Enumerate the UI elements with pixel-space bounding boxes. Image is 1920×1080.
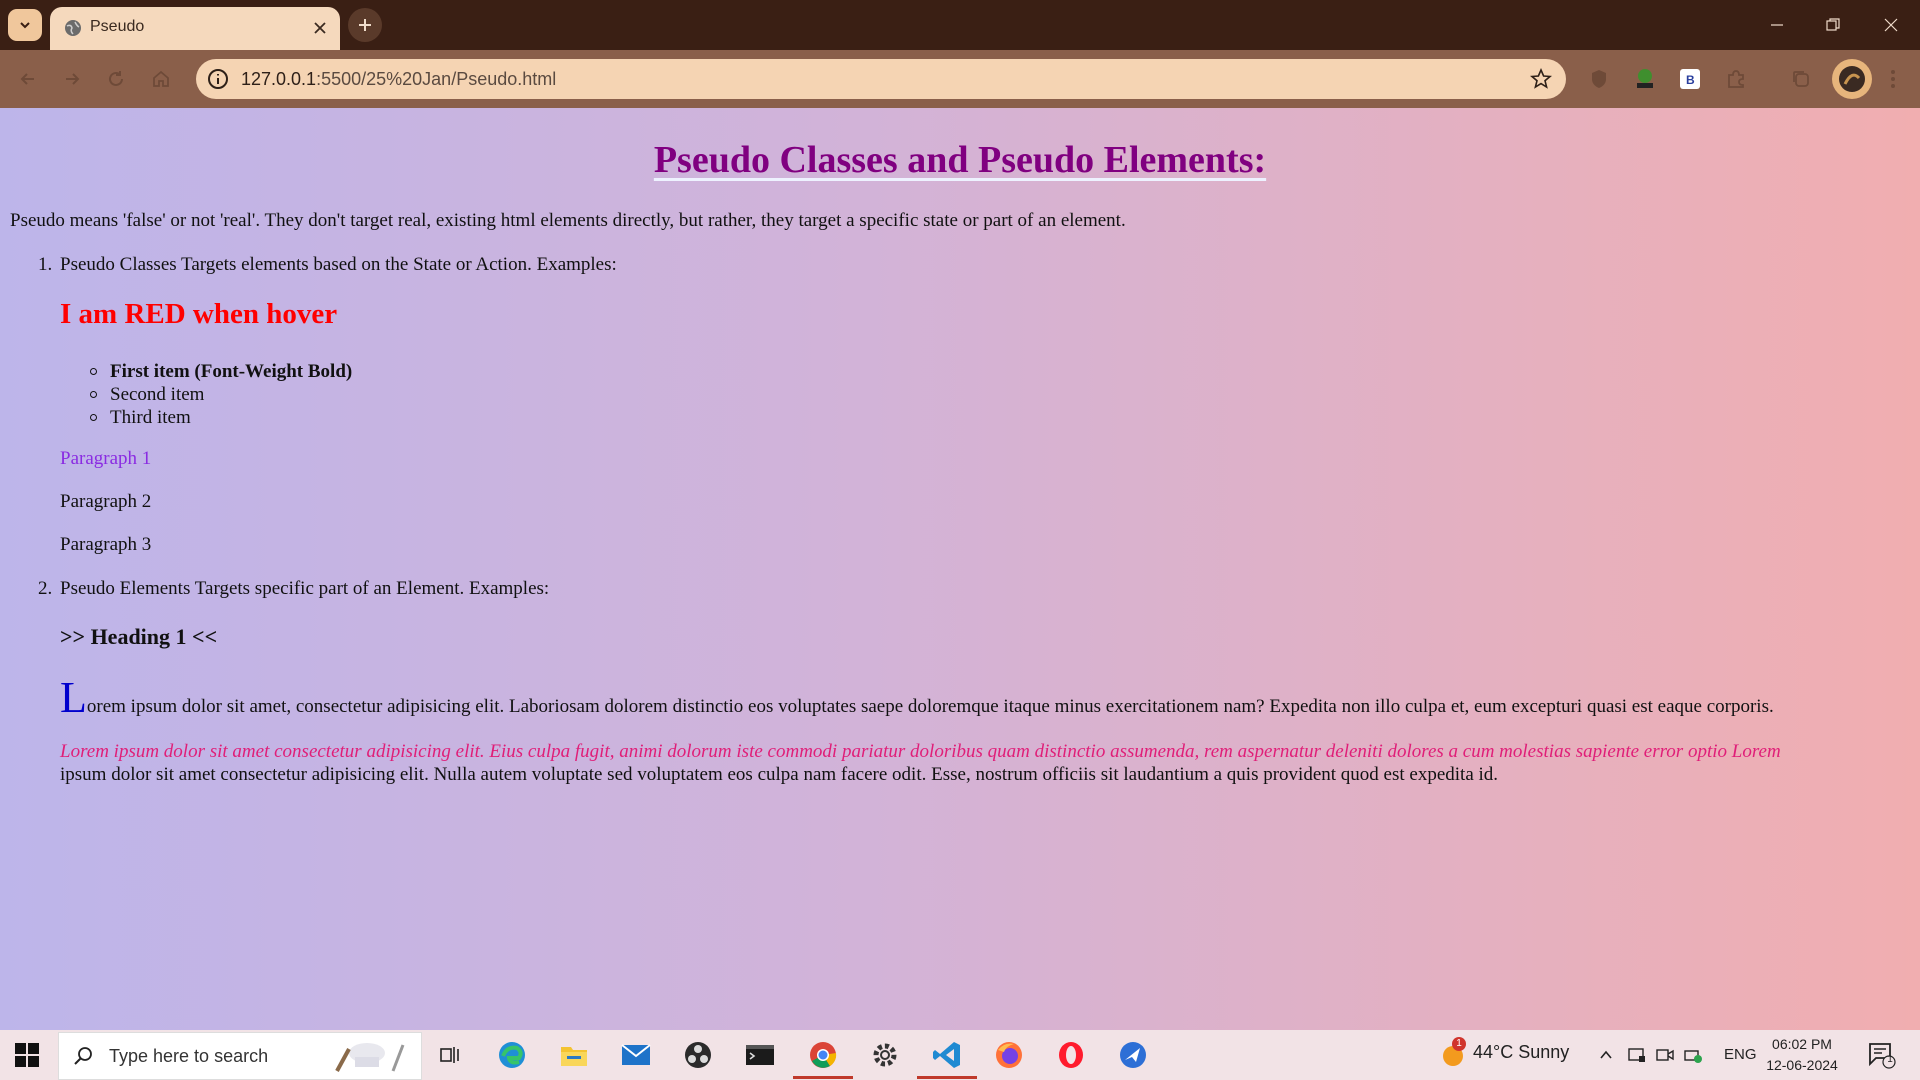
chevron-down-icon (20, 22, 30, 29)
dropcap-paragraph: Lorem ipsum dolor sit amet, consectetur … (60, 676, 1910, 720)
browser-tabstrip: Pseudo (0, 0, 1920, 50)
notification-icon[interactable]: 1 (1866, 1040, 1896, 1070)
profile-avatar[interactable] (1831, 58, 1873, 100)
avatar-icon (1832, 59, 1872, 99)
mail-icon[interactable] (621, 1040, 651, 1070)
reload-icon (109, 71, 123, 86)
paragraph-3: Paragraph 3 (60, 534, 152, 555)
arrow-right-icon (66, 73, 80, 85)
list-item: First item (Font-Weight Bold) (90, 360, 352, 383)
opera-icon[interactable] (1056, 1040, 1086, 1070)
vscode-active-indicator (917, 1076, 977, 1079)
intro-paragraph: Pseudo means 'false' or not 'real'. They… (10, 210, 1126, 231)
clock[interactable]: 06:02 PM 12-06-2024 (1760, 1034, 1844, 1076)
tab-groups-button[interactable] (1788, 66, 1814, 92)
paragraph-2: Paragraph 2 (60, 491, 152, 512)
shield-icon (1592, 70, 1606, 88)
more-vertical-icon (1891, 70, 1895, 88)
taskbar-search[interactable]: Type here to search (58, 1032, 422, 1080)
weather-badge: 1 (1452, 1037, 1466, 1051)
heading-1: >> Heading 1 << (60, 624, 218, 649)
home-button[interactable] (147, 65, 175, 93)
arrow-left-icon (20, 73, 34, 85)
app-icon[interactable] (1118, 1040, 1148, 1070)
search-placeholder: Type here to search (109, 1046, 269, 1066)
first-line-paragraph-rest: ipsum dolor sit amet consectetur adipisi… (60, 764, 1499, 785)
chef-hat-illustration-icon (335, 1043, 405, 1072)
settings-icon[interactable] (870, 1040, 900, 1070)
list-number-1: 1. (38, 254, 53, 275)
puzzle-icon (1728, 70, 1744, 88)
vscode-icon[interactable] (932, 1040, 962, 1070)
network-icon[interactable] (1626, 1040, 1648, 1070)
restore-button[interactable] (1820, 12, 1846, 38)
page-content: Pseudo Classes and Pseudo Elements: Pseu… (0, 108, 1920, 1030)
obs-icon[interactable] (683, 1040, 713, 1070)
notification-count: 1 (1887, 1054, 1893, 1065)
extension-vpn-icon[interactable] (1586, 66, 1612, 92)
dropcap-paragraph-text: orem ipsum dolor sit amet, consectetur a… (86, 696, 1774, 717)
url-text[interactable]: 127.0.0.1:5500/25%20Jan/Pseudo.html (241, 69, 556, 90)
language-indicator[interactable]: ENG (1724, 1046, 1757, 1063)
extension-b-icon[interactable]: B (1677, 66, 1703, 92)
tab-pseudo[interactable]: Pseudo (50, 7, 340, 50)
paragraph-1: Paragraph 1 (60, 448, 152, 469)
extension-html-icon[interactable] (1632, 66, 1658, 92)
weather-text[interactable]: 44°C Sunny (1473, 1042, 1569, 1063)
taskbar: Type here to search 1 44°C Sunny ENG 06:… (0, 1030, 1920, 1080)
page-title: Pseudo Classes and Pseudo Elements: (653, 139, 1267, 181)
restore-icon (1826, 18, 1840, 31)
chrome-active-indicator (793, 1076, 853, 1079)
file-explorer-icon[interactable] (559, 1040, 589, 1070)
browser-toolbar: 127.0.0.1:5500/25%20Jan/Pseudo.html B (0, 50, 1920, 108)
window-close-button[interactable] (1878, 12, 1904, 38)
new-tab-button[interactable] (348, 8, 382, 42)
terminal-icon[interactable] (745, 1040, 775, 1070)
search-icon (74, 1047, 92, 1065)
reload-button[interactable] (102, 65, 130, 93)
extensions-button[interactable] (1723, 66, 1749, 92)
plus-icon (359, 19, 371, 31)
clock-date: 12-06-2024 (1766, 1057, 1838, 1073)
close-icon[interactable] (312, 20, 328, 36)
tray-chevron-up-icon[interactable] (1596, 1040, 1616, 1070)
back-button[interactable] (14, 65, 42, 93)
list-item: Second item (90, 383, 352, 406)
tree-icon (1637, 69, 1653, 88)
forward-button[interactable] (58, 65, 86, 93)
tab-title: Pseudo (90, 18, 145, 35)
tab-search-button[interactable] (8, 9, 42, 41)
globe-icon (65, 20, 81, 36)
star-icon[interactable] (1530, 68, 1552, 90)
info-icon[interactable] (206, 67, 230, 91)
close-icon (1884, 18, 1898, 32)
edge-icon[interactable] (497, 1040, 527, 1070)
camera-icon[interactable] (1654, 1040, 1676, 1070)
windows-start-icon[interactable] (14, 1042, 40, 1068)
home-icon (153, 70, 169, 87)
letter-b-icon: B (1680, 69, 1700, 89)
list-number-2: 2. (38, 578, 53, 599)
address-bar[interactable]: 127.0.0.1:5500/25%20Jan/Pseudo.html (196, 59, 1566, 99)
task-view-icon[interactable] (436, 1040, 466, 1070)
list-item: Third item (90, 406, 352, 429)
first-line-text: Lorem ipsum dolor sit amet consectetur a… (60, 741, 1781, 762)
pseudo-classes-item: Pseudo Classes Targets elements based on… (60, 254, 617, 275)
first-line-paragraph: Lorem ipsum dolor sit amet consectetur a… (60, 740, 1880, 786)
copy-icon (1793, 71, 1809, 87)
clock-time: 06:02 PM (1772, 1036, 1832, 1052)
hover-heading[interactable]: I am RED when hover (60, 298, 337, 331)
menu-button[interactable] (1880, 66, 1906, 92)
minimize-icon (1771, 24, 1783, 26)
battery-icon[interactable] (1682, 1040, 1704, 1070)
dropcap-letter: L (60, 673, 87, 722)
minimize-button[interactable] (1764, 12, 1790, 38)
pseudo-elements-item: Pseudo Elements Targets specific part of… (60, 578, 550, 599)
firefox-icon[interactable] (994, 1040, 1024, 1070)
chrome-icon[interactable] (808, 1040, 838, 1070)
svg-text:B: B (1686, 73, 1695, 87)
example-list: First item (Font-Weight Bold) Second ite… (90, 360, 352, 429)
